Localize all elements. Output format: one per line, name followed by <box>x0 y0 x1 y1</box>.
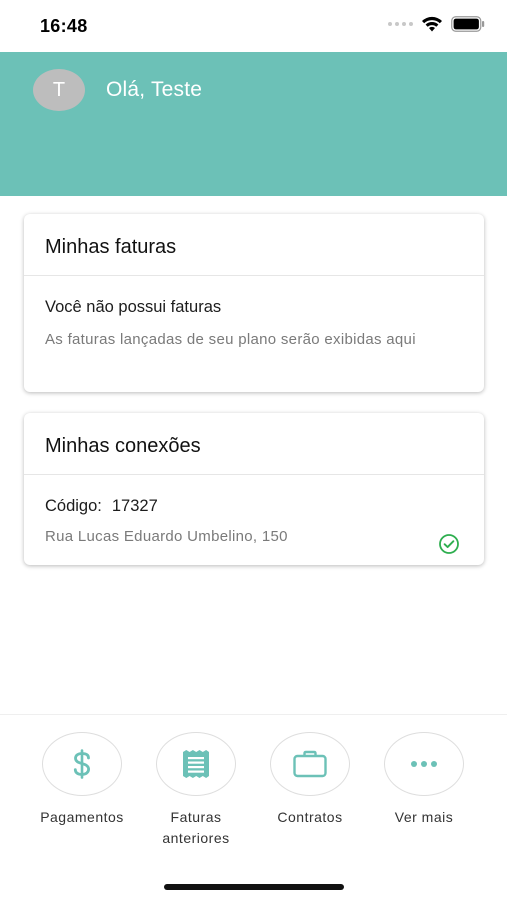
connections-card-title: Minhas conexões <box>24 413 484 475</box>
dollar-icon <box>73 749 91 779</box>
cellular-signal-icon <box>388 22 413 26</box>
connections-card: Minhas conexões Código: 17327 Rua Lucas E… <box>24 413 484 565</box>
previous-invoices-button[interactable] <box>156 732 236 796</box>
more-button[interactable] <box>384 732 464 796</box>
nav-label-contracts: Contratos <box>277 809 343 825</box>
status-time: 16:48 <box>40 16 88 36</box>
nav-item-previous-invoices[interactable]: Faturas anteriores <box>139 732 253 849</box>
wifi-icon <box>422 16 442 32</box>
invoices-card[interactable]: Minhas faturas Você não possui faturas A… <box>24 214 484 392</box>
check-circle-icon <box>439 534 459 554</box>
greeting: Olá, Teste <box>106 78 203 101</box>
connection-address: Rua Lucas Eduardo Umbelino, 150 <box>45 528 288 545</box>
invoices-empty-heading: Você não possui faturas <box>45 298 222 316</box>
more-icon <box>411 761 437 767</box>
invoices-card-title: Minhas faturas <box>24 214 484 276</box>
nav-label-more: Ver mais <box>394 809 454 825</box>
nav-item-contracts[interactable]: Contratos <box>253 732 367 828</box>
contracts-button[interactable] <box>270 732 350 796</box>
header: T Olá, Teste <box>0 52 507 196</box>
briefcase-icon <box>293 750 327 778</box>
status-bar: 16:48 <box>0 0 507 52</box>
connection-code-label: Código: <box>45 497 102 515</box>
connection-code-value: 17327 <box>111 497 158 515</box>
receipt-icon <box>183 750 209 778</box>
avatar[interactable]: T <box>33 69 85 111</box>
nav-item-payments[interactable]: Pagamentos <box>25 732 139 828</box>
invoices-card-body: Você não possui faturas As faturas lança… <box>24 298 484 352</box>
home-indicator[interactable] <box>164 884 344 890</box>
bottom-nav: Pagamentos Faturas anteriores Contratos <box>0 714 507 900</box>
nav-label-previous-invoices: Faturas anteriores <box>162 809 230 846</box>
nav-label-payments: Pagamentos <box>40 809 124 825</box>
payments-button[interactable] <box>42 732 122 796</box>
battery-icon <box>451 16 485 32</box>
connection-item[interactable]: Código: 17327 Rua Lucas Eduardo Umbelino,… <box>24 497 484 554</box>
nav-item-more[interactable]: Ver mais <box>367 732 481 828</box>
connection-code: Código: 17327 <box>45 497 463 516</box>
status-icons <box>388 16 485 32</box>
invoices-empty-description: As faturas lançadas de seu plano serão e… <box>45 331 416 348</box>
